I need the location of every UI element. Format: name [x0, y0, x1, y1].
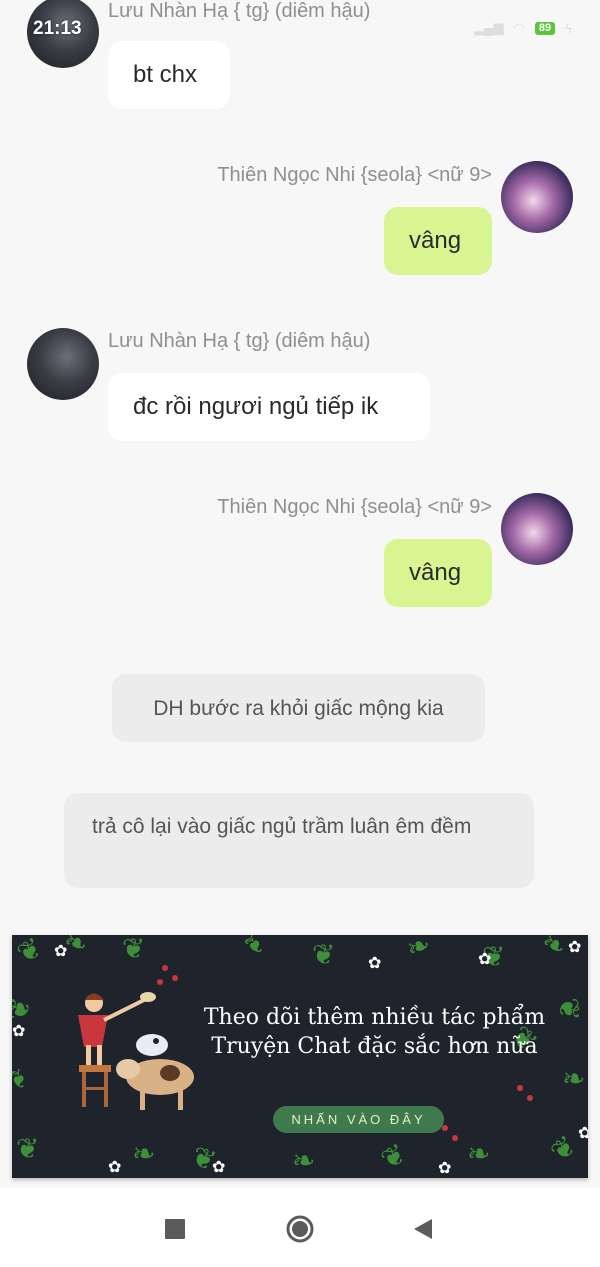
narration-bubble[interactable]: trả cô lại vào giấc ngủ trầm luân êm đềm: [64, 793, 534, 888]
message-bubble[interactable]: vâng: [384, 539, 492, 607]
avatar[interactable]: [501, 161, 573, 233]
navigation-bar: [0, 1188, 600, 1267]
wifi-icon: ◠: [513, 20, 525, 35]
home-icon[interactable]: [285, 1214, 315, 1244]
charging-icon: ϟ: [565, 20, 572, 36]
sender-name: Lưu Nhàn Hạ { tg} (diêm hậu): [108, 330, 371, 352]
sender-name: Thiên Ngọc Nhi {seola} <nữ 9>: [217, 164, 492, 186]
battery-icon: 89: [534, 21, 556, 35]
promo-banner[interactable]: ❦ ❧ ❦ ❧ ❦ ❧ ❦ ❧ ❦ ❧ ❦ ❦ ❧ ❦ ❧ ❦ ❧ ❦ ❧ ❦ …: [12, 935, 588, 1178]
message-bubble[interactable]: đc rồi ngươi ngủ tiếp ik: [108, 373, 430, 441]
banner-title: Theo dõi thêm nhiều tác phẩm Truyện Chat…: [203, 1005, 546, 1059]
back-icon[interactable]: [408, 1214, 438, 1244]
avatar[interactable]: [501, 493, 573, 565]
avatar[interactable]: [27, 328, 99, 400]
banner-cta-button[interactable]: NHẤN VÀO ĐÂY: [273, 1106, 444, 1133]
signal-icon: ▂▄▆: [474, 20, 504, 35]
recent-apps-icon[interactable]: [160, 1214, 190, 1244]
illustration-girl-cow: [78, 992, 194, 1110]
status-bar: 21:13 ▂▄▆ ◠ 89 ϟ: [0, 0, 600, 60]
status-icons: ▂▄▆ ◠ 89 ϟ: [474, 20, 572, 36]
sender-name: Thiên Ngọc Nhi {seola} <nữ 9>: [217, 496, 492, 518]
status-time: 21:13: [33, 18, 82, 39]
narration-bubble[interactable]: DH bước ra khỏi giấc mộng kia: [112, 674, 485, 742]
message-bubble[interactable]: vâng: [384, 207, 492, 275]
